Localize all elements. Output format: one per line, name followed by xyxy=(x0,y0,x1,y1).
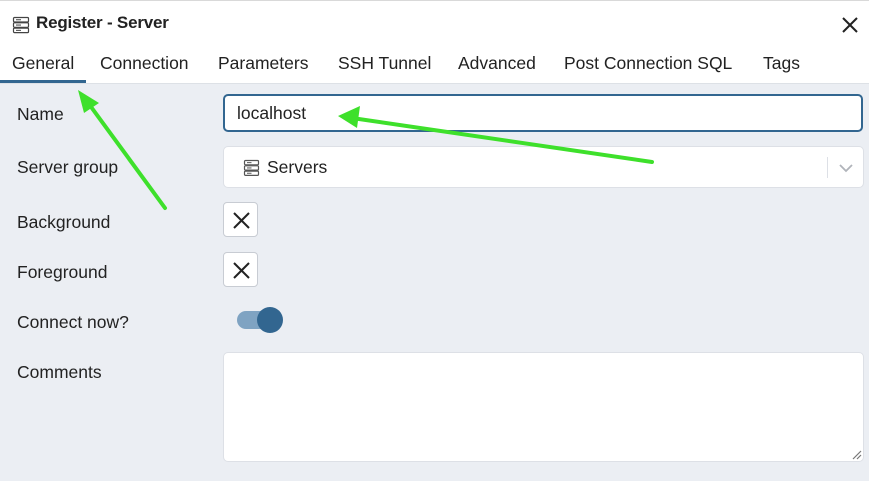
foreground-color-picker[interactable] xyxy=(223,252,258,287)
name-input[interactable] xyxy=(223,94,863,132)
close-icon[interactable] xyxy=(839,14,861,36)
server-group-label: Server group xyxy=(17,157,119,177)
tab-connection[interactable]: Connection xyxy=(100,53,189,74)
comments-textarea[interactable] xyxy=(223,352,864,462)
tab-general[interactable]: General xyxy=(12,53,74,74)
background-label: Background xyxy=(17,212,111,232)
chevron-down-icon[interactable] xyxy=(837,159,855,177)
select-separator xyxy=(827,157,828,178)
foreground-label: Foreground xyxy=(17,262,108,282)
tab-post-connection-sql[interactable]: Post Connection SQL xyxy=(564,53,732,74)
comments-label: Comments xyxy=(17,362,102,382)
tab-advanced[interactable]: Advanced xyxy=(458,53,536,74)
resize-grip-icon[interactable] xyxy=(851,449,862,460)
connect-now-label: Connect now? xyxy=(17,312,129,332)
arrow-to-general-tab xyxy=(78,90,167,210)
server-group-value: Servers xyxy=(267,157,328,177)
background-color-picker[interactable] xyxy=(223,202,258,237)
server-group-icon xyxy=(243,159,260,177)
tab-bar: General Connection Parameters SSH Tunnel… xyxy=(0,44,869,84)
register-server-dialog: Register - Server General Connection Par… xyxy=(0,0,869,481)
tab-ssh-tunnel[interactable]: SSH Tunnel xyxy=(338,53,431,74)
tab-parameters[interactable]: Parameters xyxy=(218,53,308,74)
name-label: Name xyxy=(17,104,64,124)
dialog-titlebar: Register - Server xyxy=(0,0,869,44)
toggle-knob xyxy=(257,307,283,333)
server-icon xyxy=(12,16,30,34)
no-color-x-icon xyxy=(233,212,250,229)
server-group-select[interactable]: Servers xyxy=(223,146,864,188)
no-color-x-icon xyxy=(233,262,250,279)
tab-tags[interactable]: Tags xyxy=(763,53,800,74)
connect-now-toggle[interactable] xyxy=(237,307,285,335)
active-tab-indicator xyxy=(0,80,86,83)
dialog-title: Register - Server xyxy=(36,13,169,32)
